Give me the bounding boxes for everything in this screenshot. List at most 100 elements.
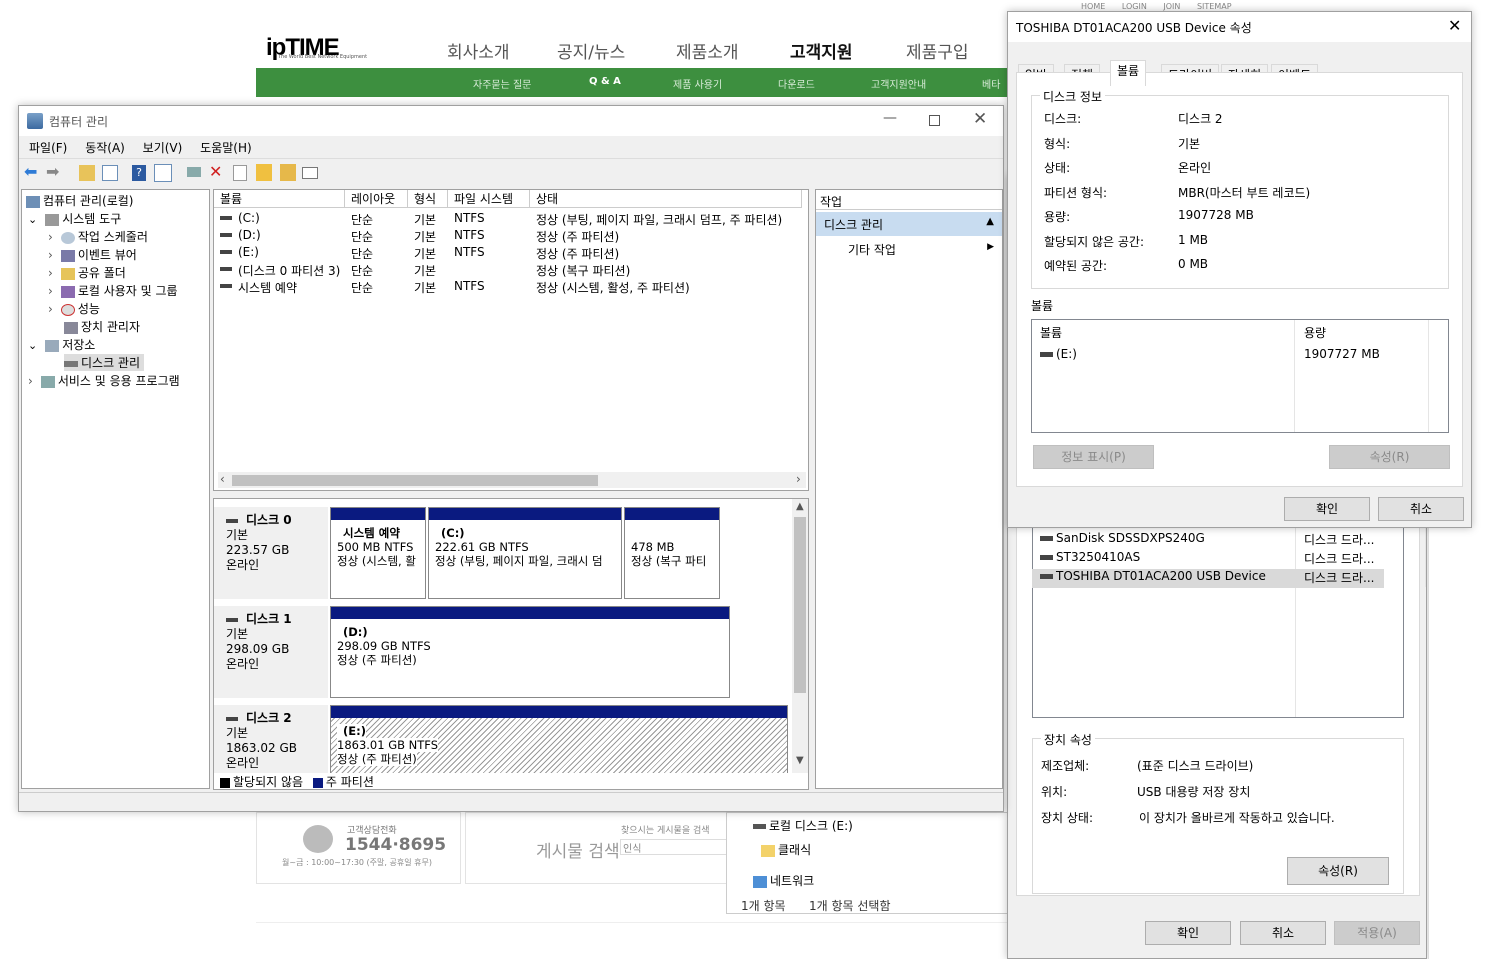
menu-file[interactable]: 파일(F) bbox=[29, 141, 67, 155]
scroll-left-icon[interactable]: ‹ bbox=[220, 472, 225, 486]
device-row-1[interactable]: ST3250410AS 디스크 드라... bbox=[1032, 550, 1384, 569]
show-info-button[interactable]: 정보 표시(P) bbox=[1033, 445, 1154, 469]
col-volume[interactable]: 볼륨 bbox=[214, 190, 345, 208]
help-icon[interactable]: ? bbox=[132, 165, 146, 181]
join-link[interactable]: JOIN bbox=[1163, 2, 1180, 11]
partition-block[interactable]: (D:) 298.09 GB NTFS 정상 (주 파티션) bbox=[330, 606, 730, 698]
show-hide-tree-icon[interactable] bbox=[102, 165, 118, 181]
subnav-review[interactable]: 제품 사용기 bbox=[673, 76, 722, 91]
device-properties-button[interactable]: 속성(R) bbox=[1287, 857, 1389, 885]
back-cancel-button[interactable]: 취소 bbox=[1240, 921, 1326, 945]
nav-products[interactable]: 제품소개 bbox=[676, 38, 739, 63]
expand-right-icon[interactable]: › bbox=[48, 248, 53, 262]
search-input[interactable]: 인식 bbox=[620, 839, 740, 855]
tree-item-task-scheduler[interactable]: › 작업 스케줄러 bbox=[48, 228, 148, 245]
horizontal-scrollbar[interactable]: ‹ › bbox=[218, 472, 806, 488]
nav-purchase[interactable]: 제품구입 bbox=[906, 38, 969, 63]
nav-company[interactable]: 회사소개 bbox=[447, 38, 510, 63]
tree-item-storage[interactable]: ⌄ 저장소 bbox=[28, 336, 95, 353]
expand-right-icon[interactable]: › bbox=[48, 284, 53, 298]
vertical-scroll-thumb[interactable] bbox=[794, 517, 806, 693]
subnav-faq[interactable]: 자주묻는 질문 bbox=[473, 76, 531, 91]
col-status[interactable]: 상태 bbox=[530, 190, 802, 208]
check-icon[interactable] bbox=[233, 165, 247, 181]
tree-item-system-tools[interactable]: ⌄ 시스템 도구 bbox=[28, 210, 121, 227]
expand-right-icon[interactable]: › bbox=[48, 266, 53, 280]
tree-item-performance[interactable]: › 성능 bbox=[48, 300, 100, 317]
back-ok-button[interactable]: 확인 bbox=[1145, 921, 1231, 945]
device-row-0[interactable]: SanDisk SDSSDXPS240G 디스크 드라... bbox=[1032, 531, 1384, 550]
scroll-up-icon[interactable]: ▲ bbox=[796, 501, 804, 512]
vertical-scrollbar[interactable]: ▲ ▼ bbox=[792, 499, 808, 773]
back-arrow-icon[interactable]: ⬅ bbox=[24, 164, 37, 180]
expand-right-icon[interactable]: › bbox=[48, 302, 53, 316]
connect-icon[interactable] bbox=[187, 167, 201, 177]
tree-item-device-manager[interactable]: 장치 관리자 bbox=[64, 318, 140, 335]
actions-section-disk-management[interactable]: 디스크 관리 ▲ bbox=[816, 212, 1002, 236]
expand-down-icon[interactable]: ⌄ bbox=[28, 213, 37, 226]
tree-item-disk-management-selected[interactable]: 디스크 관리 bbox=[64, 354, 145, 371]
props-close-icon[interactable]: ✕ bbox=[1448, 16, 1461, 35]
volumes-col-name[interactable]: 볼륨 bbox=[1040, 324, 1062, 341]
tree-item-shared-folders[interactable]: › 공유 폴더 bbox=[48, 264, 126, 281]
partition-block[interactable]: 시스템 예약 500 MB NTFS 정상 (시스템, 활 bbox=[330, 507, 426, 599]
partition-block[interactable]: (C:) 222.61 GB NTFS 정상 (부팅, 페이지 파일, 크래시 덤 bbox=[428, 507, 622, 599]
scroll-thumb[interactable] bbox=[232, 475, 598, 486]
device-row-2-selected[interactable]: TOSHIBA DT01ACA200 USB Device 디스크 드라... bbox=[1032, 569, 1384, 588]
scroll-down-icon[interactable]: ▼ bbox=[796, 755, 804, 766]
cancel-button[interactable]: 취소 bbox=[1378, 497, 1464, 521]
volume-row[interactable]: (C:) 단순 기본 NTFS 정상 (부팅, 페이지 파일, 크래시 덤프, 주 파티… bbox=[214, 210, 804, 227]
explorer-item-classic[interactable]: 클래식 bbox=[761, 841, 811, 858]
explorer-item-network[interactable]: 네트워크 bbox=[753, 872, 814, 889]
volume-properties-button[interactable]: 속성(R) bbox=[1329, 445, 1450, 469]
volumes-list[interactable]: 볼륨 용량 (E:) 1907727 MB bbox=[1031, 319, 1449, 433]
subnav-beta[interactable]: 베타 bbox=[982, 76, 1000, 91]
home-link[interactable]: HOME bbox=[1081, 2, 1105, 11]
up-folder-icon[interactable] bbox=[79, 165, 95, 181]
properties-icon[interactable] bbox=[302, 167, 318, 179]
collapse-up-icon[interactable]: ▲ bbox=[986, 216, 994, 227]
nav-news[interactable]: 공지/뉴스 bbox=[557, 38, 625, 63]
partition-block[interactable]: (E:) 1863.01 GB NTFS 정상 (주 파티션) bbox=[330, 705, 788, 775]
nav-support[interactable]: 고객지원 bbox=[790, 38, 853, 63]
subnav-qa[interactable]: Q & A bbox=[589, 76, 621, 87]
tree-item-services-apps[interactable]: › 서비스 및 응용 프로그램 bbox=[28, 372, 180, 389]
disk-label[interactable]: 디스크 2 기본 1863.02 GB 온라인 bbox=[214, 705, 328, 775]
maximize-icon[interactable] bbox=[929, 115, 940, 126]
minimize-icon[interactable]: — bbox=[883, 110, 897, 126]
scroll-right-icon[interactable]: › bbox=[796, 472, 801, 486]
partition-block[interactable]: 478 MB 정상 (복구 파티 bbox=[624, 507, 720, 599]
search-folder-icon[interactable] bbox=[280, 164, 296, 181]
disk-label[interactable]: 디스크 1 기본 298.09 GB 온라인 bbox=[214, 606, 328, 698]
col-type[interactable]: 형식 bbox=[408, 190, 448, 208]
actions-more[interactable]: 기타 작업 ▶ bbox=[816, 238, 1002, 260]
volume-row-e[interactable]: (E:) bbox=[1040, 347, 1077, 361]
back-apply-button[interactable]: 적용(A) bbox=[1334, 921, 1420, 945]
menu-view[interactable]: 보기(V) bbox=[143, 141, 183, 155]
subnav-download[interactable]: 다운로드 bbox=[778, 76, 815, 91]
sitemap-link[interactable]: SITEMAP bbox=[1197, 2, 1232, 11]
forward-arrow-icon[interactable]: ➡ bbox=[46, 164, 59, 180]
expand-right-icon[interactable]: › bbox=[48, 230, 53, 244]
volume-row[interactable]: 시스템 예약 단순 기본 NTFS 정상 (시스템, 활성, 주 파티션) bbox=[214, 278, 804, 295]
tab-2[interactable]: 볼륨 bbox=[1110, 60, 1147, 86]
subnav-support-info[interactable]: 고객지원안내 bbox=[871, 76, 926, 91]
ok-button[interactable]: 확인 bbox=[1284, 497, 1370, 521]
tree-item-event-viewer[interactable]: › 이벤트 뷰어 bbox=[48, 246, 137, 263]
tree-item-computer-management[interactable]: 컴퓨터 관리(로컬) bbox=[26, 192, 133, 209]
volumes-col-size[interactable]: 용량 bbox=[1304, 324, 1326, 341]
export-icon[interactable] bbox=[256, 164, 272, 181]
close-icon[interactable]: ✕ bbox=[973, 109, 987, 129]
expand-right-icon[interactable]: › bbox=[28, 374, 33, 388]
menu-help[interactable]: 도움말(H) bbox=[200, 141, 252, 155]
volume-row[interactable]: (E:) 단순 기본 NTFS 정상 (주 파티션) bbox=[214, 244, 804, 261]
action-pane-icon[interactable] bbox=[154, 164, 172, 182]
menu-action[interactable]: 동작(A) bbox=[85, 141, 125, 155]
delete-icon[interactable]: ✕ bbox=[209, 162, 222, 181]
explorer-item-e-drive[interactable]: 로컬 디스크 (E:) bbox=[753, 817, 853, 834]
tree-item-local-users-groups[interactable]: › 로컬 사용자 및 그룹 bbox=[48, 282, 178, 299]
login-link[interactable]: LOGIN bbox=[1122, 2, 1147, 11]
volume-row[interactable]: (D:) 단순 기본 NTFS 정상 (주 파티션) bbox=[214, 227, 804, 244]
col-filesystem[interactable]: 파일 시스템 bbox=[448, 190, 530, 208]
col-layout[interactable]: 레이아웃 bbox=[345, 190, 408, 208]
